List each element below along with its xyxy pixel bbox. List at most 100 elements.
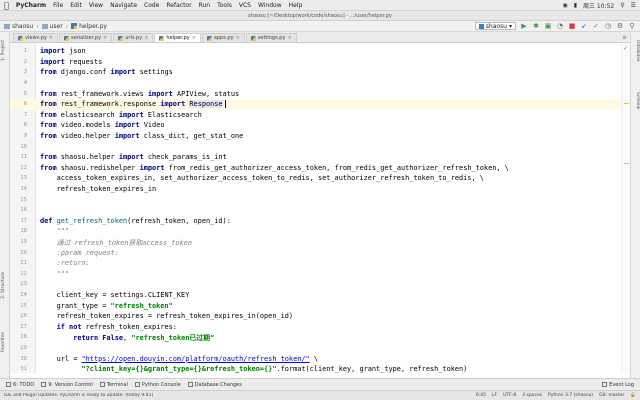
line-separator[interactable]: LF	[492, 393, 497, 398]
code-line[interactable]: 1 import json	[10, 46, 620, 57]
code-text[interactable]: :param request:	[36, 249, 119, 257]
code-text[interactable]: from shaosu.helper import check_params_i…	[36, 153, 227, 161]
tab-list-icon[interactable]: ≡	[622, 34, 627, 41]
line-number[interactable]: 22	[10, 271, 27, 277]
menu-edit[interactable]: Edit	[70, 2, 82, 9]
code-line[interactable]: 23	[10, 279, 620, 290]
file-encoding[interactable]: UTF-8	[503, 393, 516, 398]
line-number[interactable]: 4	[10, 80, 27, 86]
history-icon[interactable]: ◷	[604, 22, 612, 30]
line-number[interactable]: 7	[10, 112, 27, 118]
menubar-clock[interactable]: 周三 10:52	[583, 1, 614, 10]
close-icon[interactable]: ×	[144, 35, 148, 41]
warning-mark[interactable]	[624, 163, 629, 164]
tab-serializer[interactable]: serializer.py ×	[59, 33, 113, 42]
python-interpreter[interactable]: Python 3.7 (shaosu)	[548, 393, 593, 398]
line-number[interactable]: 5	[10, 91, 27, 97]
code-line[interactable]: 22 """	[10, 268, 620, 279]
menu-view[interactable]: View	[89, 2, 103, 9]
code-line[interactable]: 15	[10, 194, 620, 205]
code-text[interactable]: import json	[36, 47, 86, 55]
code-line[interactable]: 8 from video.models import Video	[10, 120, 620, 131]
code-text[interactable]: """	[36, 270, 69, 278]
code-text[interactable]: client_key = settings.CLIENT_KEY	[36, 291, 190, 299]
event-log-tool-button[interactable]: Event Log	[602, 382, 634, 388]
inspection-ok-icon[interactable]: ✓	[623, 46, 629, 52]
lock-icon[interactable]: 🔒	[630, 393, 636, 398]
tab-settings[interactable]: settings.py ×	[245, 33, 297, 42]
code-text[interactable]: 通过 refresh_token获取access_token	[36, 237, 192, 247]
code-line[interactable]: 24 client_key = settings.CLIENT_KEY	[10, 290, 620, 301]
code-line[interactable]: 6 from rest_framework.response import Res…	[10, 98, 620, 110]
code-text[interactable]: access_token_expires_in, set_authorizer_…	[36, 174, 484, 182]
code-line[interactable]: 20 :param request:	[10, 247, 620, 258]
vcs-update-icon[interactable]: ↙	[580, 22, 588, 30]
vcs-branch[interactable]: Git: master	[599, 393, 624, 398]
caret-position[interactable]: 6:45	[476, 393, 486, 398]
code-editor[interactable]: 1 import json 2 import requests 3 from django…	[10, 43, 630, 373]
code-line[interactable]: 12 from shaosu.redishelper import from_re…	[10, 163, 620, 174]
project-tool-button[interactable]: 1: Project	[1, 40, 9, 61]
database-changes-tool-button[interactable]: Database Changes	[187, 382, 242, 388]
line-number[interactable]: 29	[10, 345, 27, 351]
code-text[interactable]: """	[36, 227, 69, 235]
code-line[interactable]: 29	[10, 343, 620, 354]
close-icon[interactable]: ×	[49, 35, 53, 41]
code-text[interactable]: from video.models import Video	[36, 121, 165, 129]
code-text[interactable]: return False, "refresh_token已过期"	[36, 332, 214, 342]
line-number[interactable]: 31	[10, 366, 27, 372]
line-number[interactable]: 28	[10, 334, 27, 340]
settings-icon[interactable]: ⚙	[616, 22, 624, 30]
line-number[interactable]: 12	[10, 165, 27, 171]
code-line[interactable]: 4	[10, 78, 620, 89]
menu-file[interactable]: File	[53, 2, 63, 9]
code-line[interactable]: 5 from rest_framework.views import APIVie…	[10, 88, 620, 99]
menu-help[interactable]: Help	[289, 2, 303, 9]
error-stripe[interactable]: ✓	[621, 43, 630, 373]
menu-run[interactable]: Run	[199, 2, 211, 9]
code-line[interactable]: 26 refresh_token_expires = refresh_token…	[10, 311, 620, 322]
line-number[interactable]: 3	[10, 69, 27, 75]
code-text[interactable]: from elasticsearch import Elasticsearch	[36, 111, 202, 119]
line-number[interactable]: 16	[10, 207, 27, 213]
line-number[interactable]: 13	[10, 175, 27, 181]
breadcrumb-folder[interactable]: user	[41, 23, 63, 30]
menu-code[interactable]: Code	[144, 2, 159, 9]
code-line[interactable]: 30 url = "https://open.douyin.com/platfo…	[10, 353, 620, 364]
tab-urls[interactable]: urls.py ×	[113, 33, 154, 42]
code-line[interactable]: 21 :return:	[10, 258, 620, 269]
sciview-tool-button[interactable]: SciView	[632, 92, 640, 109]
line-number[interactable]: 23	[10, 281, 27, 287]
close-icon[interactable]: ×	[192, 35, 196, 41]
version-control-tool-button[interactable]: 9: Version Control	[41, 382, 93, 388]
line-number[interactable]: 10	[10, 144, 27, 150]
line-number[interactable]: 27	[10, 324, 27, 330]
code-line[interactable]: 31 "?client_key={}&grant_type={}&refresh…	[10, 364, 620, 373]
line-number[interactable]: 18	[10, 228, 27, 234]
line-number[interactable]: 26	[10, 313, 27, 319]
code-line[interactable]: 14 refresh_token_expires_in	[10, 184, 620, 195]
line-number[interactable]: 14	[10, 186, 27, 192]
menu-tools[interactable]: Tools	[217, 2, 232, 9]
code-line[interactable]: 16	[10, 205, 620, 216]
profile-icon[interactable]: ◔	[556, 22, 564, 30]
favorites-tool-button[interactable]: Favorites	[1, 332, 9, 352]
status-message[interactable]: IDE and Plugin Updates: PyCharm is ready…	[4, 393, 153, 398]
tab-helper[interactable]: helper.py ×	[154, 33, 201, 42]
python-console-tool-button[interactable]: Python Console	[134, 382, 181, 388]
code-line[interactable]: 9 from video.helper import class_dict, ge…	[10, 131, 620, 142]
line-number[interactable]: 30	[10, 356, 27, 362]
vcs-commit-icon[interactable]: ✓	[592, 22, 600, 30]
line-number[interactable]: 1	[10, 48, 27, 54]
menu-vcs[interactable]: VCS	[239, 2, 251, 9]
todo-tool-button[interactable]: 6: TODO	[6, 382, 34, 388]
code-line[interactable]: 3 from django.conf import settings	[10, 67, 620, 78]
code-text[interactable]: "?client_key={}&grant_type={}&refresh_to…	[36, 365, 468, 373]
code-text[interactable]: from shaosu.redishelper import from_redi…	[36, 164, 509, 172]
search-icon[interactable]: ⚲	[620, 2, 624, 9]
debug-icon[interactable]: ✱	[532, 22, 540, 30]
code-text[interactable]: from video.helper import class_dict, get…	[36, 132, 243, 140]
coverage-icon[interactable]: ▣	[544, 22, 552, 30]
database-tool-button[interactable]: Database	[632, 40, 640, 61]
code-line[interactable]: 10	[10, 141, 620, 152]
